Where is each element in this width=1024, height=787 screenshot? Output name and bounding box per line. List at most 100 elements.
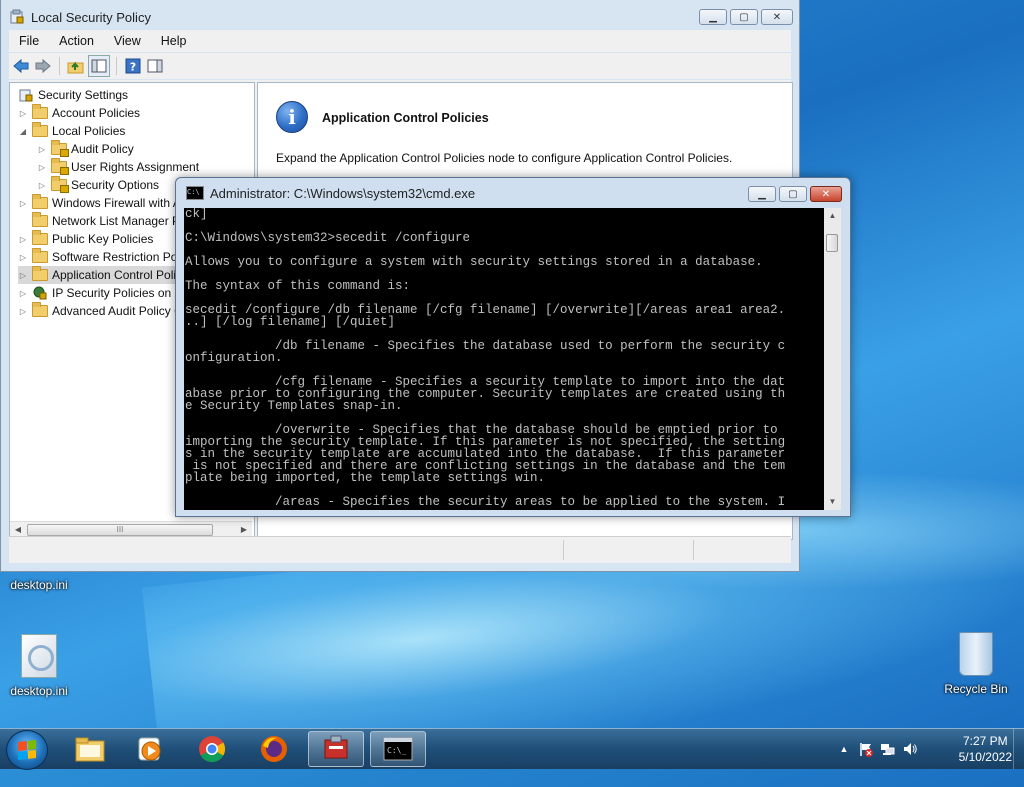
maximize-icon: ▢ xyxy=(739,11,749,23)
folder-lock-icon xyxy=(51,140,69,157)
action-pane-icon xyxy=(147,59,163,73)
action-center-flag-icon[interactable] xyxy=(858,741,874,757)
tree-item-user-rights-assignment[interactable]: ▷ User Rights Assignment xyxy=(37,158,199,176)
scroll-left-icon[interactable]: ◀ xyxy=(11,524,25,536)
firefox-icon xyxy=(261,736,287,762)
minimize-icon: ▁ xyxy=(758,188,766,200)
cmd-titlebar[interactable]: C:\ Administrator: C:\Windows\system32\c… xyxy=(176,178,850,208)
close-button[interactable]: ✕ xyxy=(810,186,842,202)
menu-bar: File Action View Help xyxy=(9,30,791,52)
tree-item-label: Account Policies xyxy=(52,106,141,120)
expand-arrow-icon[interactable]: ▷ xyxy=(37,181,47,190)
desktop-icon-recycle-bin[interactable]: Recycle Bin xyxy=(940,632,1012,696)
start-button[interactable] xyxy=(6,730,48,770)
clock-time: 7:27 PM xyxy=(962,734,1008,748)
windows-logo-icon xyxy=(18,740,36,760)
svg-text:C:\_: C:\_ xyxy=(387,746,406,755)
menu-help[interactable]: Help xyxy=(151,34,197,48)
folder-icon xyxy=(32,104,48,119)
scroll-thumb[interactable] xyxy=(826,234,838,252)
back-arrow-icon xyxy=(13,58,29,74)
tree-item-security-settings[interactable]: Security Settings xyxy=(14,86,128,104)
ip-security-icon xyxy=(33,286,47,300)
menu-file[interactable]: File xyxy=(9,34,49,48)
taskbar-media-player[interactable] xyxy=(122,731,178,767)
taskbar-firefox[interactable] xyxy=(246,731,302,767)
tree-item-local-policies[interactable]: ◢ Local Policies xyxy=(18,122,125,140)
expand-arrow-icon[interactable]: ▷ xyxy=(18,253,28,262)
show-hide-console-tree-button[interactable] xyxy=(88,55,110,77)
up-one-level-button[interactable] xyxy=(66,56,86,76)
taskbar: C:\_ ▲ 7:27 PM 5/10/2022 xyxy=(0,728,1024,770)
scroll-thumb[interactable]: III xyxy=(27,524,213,536)
desktop-icon-label: desktop.ini xyxy=(10,684,68,698)
desktop-icon-desktop-ini[interactable]: desktop.ini xyxy=(6,578,72,592)
command-prompt-icon: C:\_ xyxy=(383,737,413,761)
command-prompt-icon: C:\ xyxy=(186,186,204,200)
svg-text:?: ? xyxy=(130,61,136,74)
window-title: Local Security Policy xyxy=(31,9,151,25)
clock[interactable]: 7:27 PM 5/10/2022 xyxy=(959,733,1012,765)
taskbar-chrome[interactable] xyxy=(184,731,240,767)
show-hide-action-pane-button[interactable] xyxy=(145,56,165,76)
expand-arrow-icon[interactable]: ▷ xyxy=(18,235,28,244)
console-output[interactable]: ck] C:\Windows\system32>secedit /configu… xyxy=(184,208,824,510)
tree-item-audit-policy[interactable]: ▷ Audit Policy xyxy=(37,140,134,158)
expand-arrow-icon[interactable]: ▷ xyxy=(18,109,28,118)
tree-item-application-control-policies[interactable]: ▷ Application Control Policies xyxy=(18,266,198,284)
help-button[interactable]: ? xyxy=(123,56,143,76)
show-desktop-button[interactable] xyxy=(1013,729,1024,769)
desktop-icon-label: desktop.ini xyxy=(10,578,68,592)
maximize-button[interactable]: ▢ xyxy=(779,186,807,202)
expand-arrow-icon[interactable]: ▷ xyxy=(18,289,28,298)
taskbar-explorer[interactable] xyxy=(62,731,118,767)
expand-arrow-icon[interactable]: ▷ xyxy=(18,307,28,316)
expand-arrow-icon[interactable]: ▷ xyxy=(18,271,28,280)
scroll-down-icon[interactable]: ▼ xyxy=(824,494,841,510)
menu-view[interactable]: View xyxy=(104,34,151,48)
scroll-up-icon[interactable]: ▲ xyxy=(824,208,841,224)
close-icon: ✕ xyxy=(772,11,782,23)
maximize-button[interactable]: ▢ xyxy=(730,9,758,25)
forward-button[interactable] xyxy=(33,56,53,76)
window-title: Administrator: C:\Windows\system32\cmd.e… xyxy=(210,185,476,201)
tree-item-label: Local Policies xyxy=(52,124,126,138)
taskbar-local-security-policy[interactable] xyxy=(308,731,364,767)
collapse-arrow-icon[interactable]: ◢ xyxy=(18,127,28,136)
folder-icon xyxy=(32,248,48,263)
tree-item-security-options[interactable]: ▷ Security Options xyxy=(37,176,159,194)
tree-item-label: Security Options xyxy=(71,178,160,192)
media-player-icon xyxy=(138,737,161,761)
details-description: Expand the Application Control Policies … xyxy=(276,151,733,165)
console-text: ck] C:\Windows\system32>secedit /configu… xyxy=(185,208,786,509)
taskbar-command-prompt[interactable]: C:\_ xyxy=(370,731,426,767)
folder-icon xyxy=(32,230,48,245)
menu-action[interactable]: Action xyxy=(49,34,104,48)
scroll-right-icon[interactable]: ▶ xyxy=(237,524,251,536)
expand-arrow-icon[interactable]: ▷ xyxy=(18,199,28,208)
minimize-icon: ▁ xyxy=(709,11,717,23)
tree-item-account-policies[interactable]: ▷ Account Policies xyxy=(18,104,140,122)
folder-lock-icon xyxy=(51,176,69,193)
minimize-button[interactable]: ▁ xyxy=(748,186,776,202)
close-button[interactable]: ✕ xyxy=(761,9,793,25)
expand-arrow-icon[interactable]: ▷ xyxy=(37,163,47,172)
network-icon[interactable] xyxy=(880,741,896,757)
command-prompt-window[interactable]: C:\ Administrator: C:\Windows\system32\c… xyxy=(175,177,851,517)
close-icon: ✕ xyxy=(821,188,831,200)
expand-arrow-icon[interactable]: ▷ xyxy=(37,145,47,154)
show-hidden-icons-arrow-icon[interactable]: ▲ xyxy=(836,741,852,757)
volume-icon[interactable] xyxy=(902,741,918,757)
folder-icon xyxy=(32,302,48,317)
tree-item-label: User Rights Assignment xyxy=(71,160,200,174)
tree-item-public-key-policies[interactable]: ▷ Public Key Policies xyxy=(18,230,153,248)
forward-arrow-icon xyxy=(35,58,51,74)
console-vertical-scrollbar[interactable]: ▲ ▼ xyxy=(824,208,841,510)
minimize-button[interactable]: ▁ xyxy=(699,9,727,25)
toolbar-separator xyxy=(116,57,117,75)
back-button[interactable] xyxy=(11,56,31,76)
settings-file-icon xyxy=(21,634,57,678)
desktop-icon-desktop-ini[interactable]: desktop.ini xyxy=(6,634,72,698)
lsp-titlebar[interactable]: Local Security Policy ▁ ▢ ✕ xyxy=(1,0,799,34)
file-explorer-icon xyxy=(75,737,105,762)
